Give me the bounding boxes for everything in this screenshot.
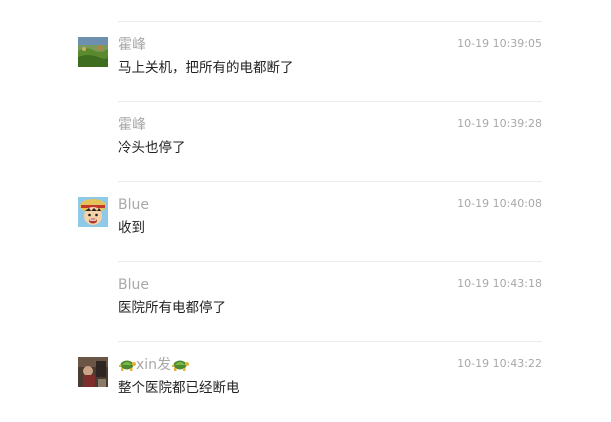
message-text: 冷头也停了	[118, 140, 186, 156]
chat-message: Blue 10-19 10:40:08 收到	[0, 182, 611, 262]
turtle-icon	[171, 356, 190, 372]
message-text: 收到	[118, 220, 145, 236]
sender-name[interactable]: 霍峰	[118, 36, 146, 54]
message-timestamp: 10-19 10:39:28	[457, 117, 542, 130]
cartoon-boy-avatar[interactable]	[78, 197, 108, 227]
message-timestamp: 10-19 10:43:18	[457, 277, 542, 290]
photo-avatar[interactable]	[78, 357, 108, 387]
chat-message-feed: 霍峰 10-19 10:39:05 马上关机，把所有的电都断了 霍峰 10-19…	[0, 0, 611, 414]
message-text: 整个医院都已经断电	[118, 380, 240, 396]
chat-message: 霍峰 10-19 10:39:05 马上关机，把所有的电都断了	[0, 22, 611, 102]
sender-name[interactable]: Blue	[118, 196, 149, 214]
sender-name[interactable]: 霍峰	[118, 116, 146, 134]
chat-message: xin发 10-19 10:43:22 整个医院都已经断电	[0, 342, 611, 422]
landscape-avatar[interactable]	[78, 37, 108, 67]
message-text: 医院所有电都停了	[118, 300, 226, 316]
message-timestamp: 10-19 10:40:08	[457, 197, 542, 210]
chat-message: Blue 10-19 10:43:18 医院所有电都停了	[0, 262, 611, 342]
message-timestamp: 10-19 10:43:22	[457, 357, 542, 370]
message-text: 马上关机，把所有的电都断了	[118, 60, 294, 76]
sender-name-text: xin发	[136, 357, 172, 373]
message-timestamp: 10-19 10:39:05	[457, 37, 542, 50]
turtle-icon	[118, 356, 136, 372]
sender-name[interactable]: Blue	[118, 276, 149, 294]
sender-name[interactable]: xin发	[118, 356, 190, 374]
chat-message: 霍峰 10-19 10:39:28 冷头也停了	[0, 102, 611, 182]
